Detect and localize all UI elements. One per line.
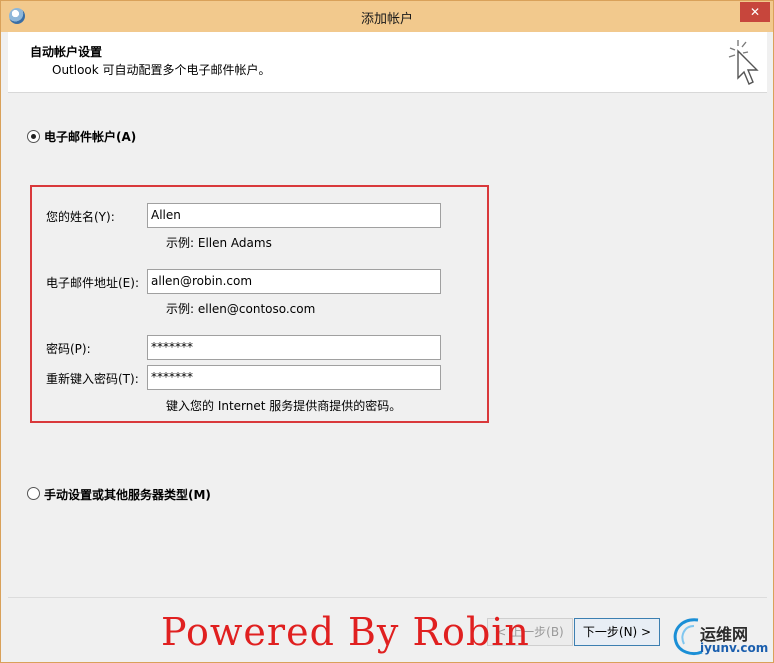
title-bar[interactable]: 添加帐户 ✕ [1,1,773,32]
email-input[interactable]: allen@robin.com [147,269,441,294]
dialog-content: 电子邮件帐户(A) 您的姓名(Y): Allen 示例: Ellen Adams… [8,93,767,597]
password-input[interactable]: ******* [147,335,441,360]
email-label: 电子邮件地址(E): [46,276,139,290]
name-input[interactable]: Allen [147,203,441,228]
email-account-label[interactable]: 电子邮件帐户(A) [44,128,136,145]
site-url-text: iyunv.com [700,641,769,655]
retype-password-input[interactable]: ******* [147,365,441,390]
name-label: 您的姓名(Y): [46,210,115,224]
name-hint: 示例: Ellen Adams [166,236,272,250]
retype-password-label: 重新键入密码(T): [46,372,139,386]
header-subtitle: Outlook 可自动配置多个电子邮件帐户。 [52,63,271,77]
email-hint: 示例: ellen@contoso.com [166,302,316,316]
close-button[interactable]: ✕ [740,2,770,22]
add-account-dialog: 添加帐户 ✕ 自动帐户设置 Outlook 可自动配置多个电子邮件帐户。 电子邮… [0,0,774,663]
watermark-text: Powered By Robin [161,610,530,654]
email-account-radio[interactable] [27,130,40,143]
window-title: 添加帐户 [360,12,413,27]
next-button[interactable]: 下一步(N) > [574,618,660,646]
password-hint: 键入您的 Internet 服务提供商提供的密码。 [166,399,402,413]
header-title: 自动帐户设置 [30,45,103,59]
manual-setup-radio[interactable] [27,487,40,500]
password-label: 密码(P): [46,342,91,356]
manual-setup-label[interactable]: 手动设置或其他服务器类型(M) [44,486,211,503]
magic-wand-cursor-icon [728,40,759,85]
dialog-header: 自动帐户设置 Outlook 可自动配置多个电子邮件帐户。 [8,32,767,93]
